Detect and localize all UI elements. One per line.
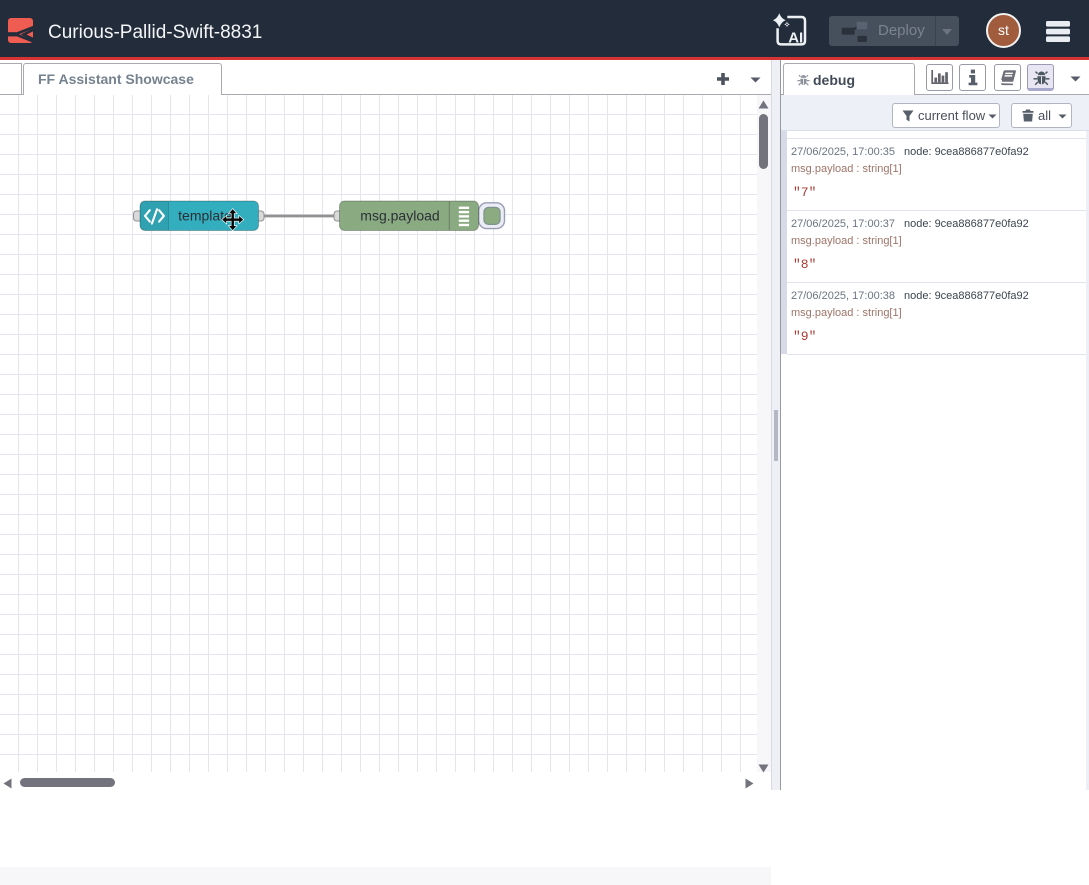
svg-text:AI: AI (788, 30, 803, 47)
svg-text:msg.payload: msg.payload (360, 208, 439, 224)
